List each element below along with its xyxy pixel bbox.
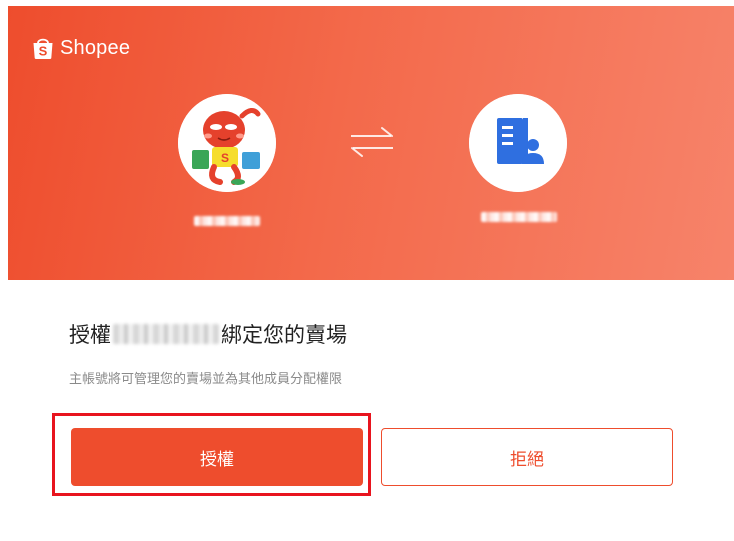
shopee-bag-icon: S	[33, 38, 53, 59]
shopee-logo: S Shopee	[32, 36, 130, 60]
building-user-icon	[469, 94, 567, 192]
brand-name: Shopee	[60, 36, 131, 59]
swap-arrows-icon	[351, 127, 393, 157]
svg-text:S: S	[39, 44, 48, 59]
partner-name-redacted	[481, 212, 557, 222]
auth-title: 授權 綁定您的賣場	[69, 319, 347, 349]
partner-name-inline-redacted	[113, 324, 219, 344]
user-name-redacted	[194, 216, 260, 226]
auth-banner: S Shopee S	[8, 6, 734, 280]
user-avatar: S	[178, 94, 276, 192]
svg-text:S: S	[221, 151, 229, 165]
authorize-button[interactable]: 授權	[71, 428, 363, 486]
page-margin	[0, 0, 8, 541]
auth-page: S Shopee S 授權 綁定您的賣場 主帳號將可管理您的賣場並為其他成員分配…	[0, 0, 734, 541]
auth-card: S Shopee S 授權 綁定您的賣場 主帳號將可管理您的賣場並為其他成員分配…	[8, 6, 734, 541]
auth-description: 主帳號將可管理您的賣場並為其他成員分配權限	[69, 372, 343, 387]
auth-title-prefix: 授權	[69, 323, 111, 347]
auth-title-suffix: 綁定您的賣場	[221, 323, 347, 347]
mascot-avatar-icon: S	[178, 94, 276, 192]
partner-avatar	[469, 94, 567, 192]
reject-button[interactable]: 拒絕	[381, 428, 673, 486]
